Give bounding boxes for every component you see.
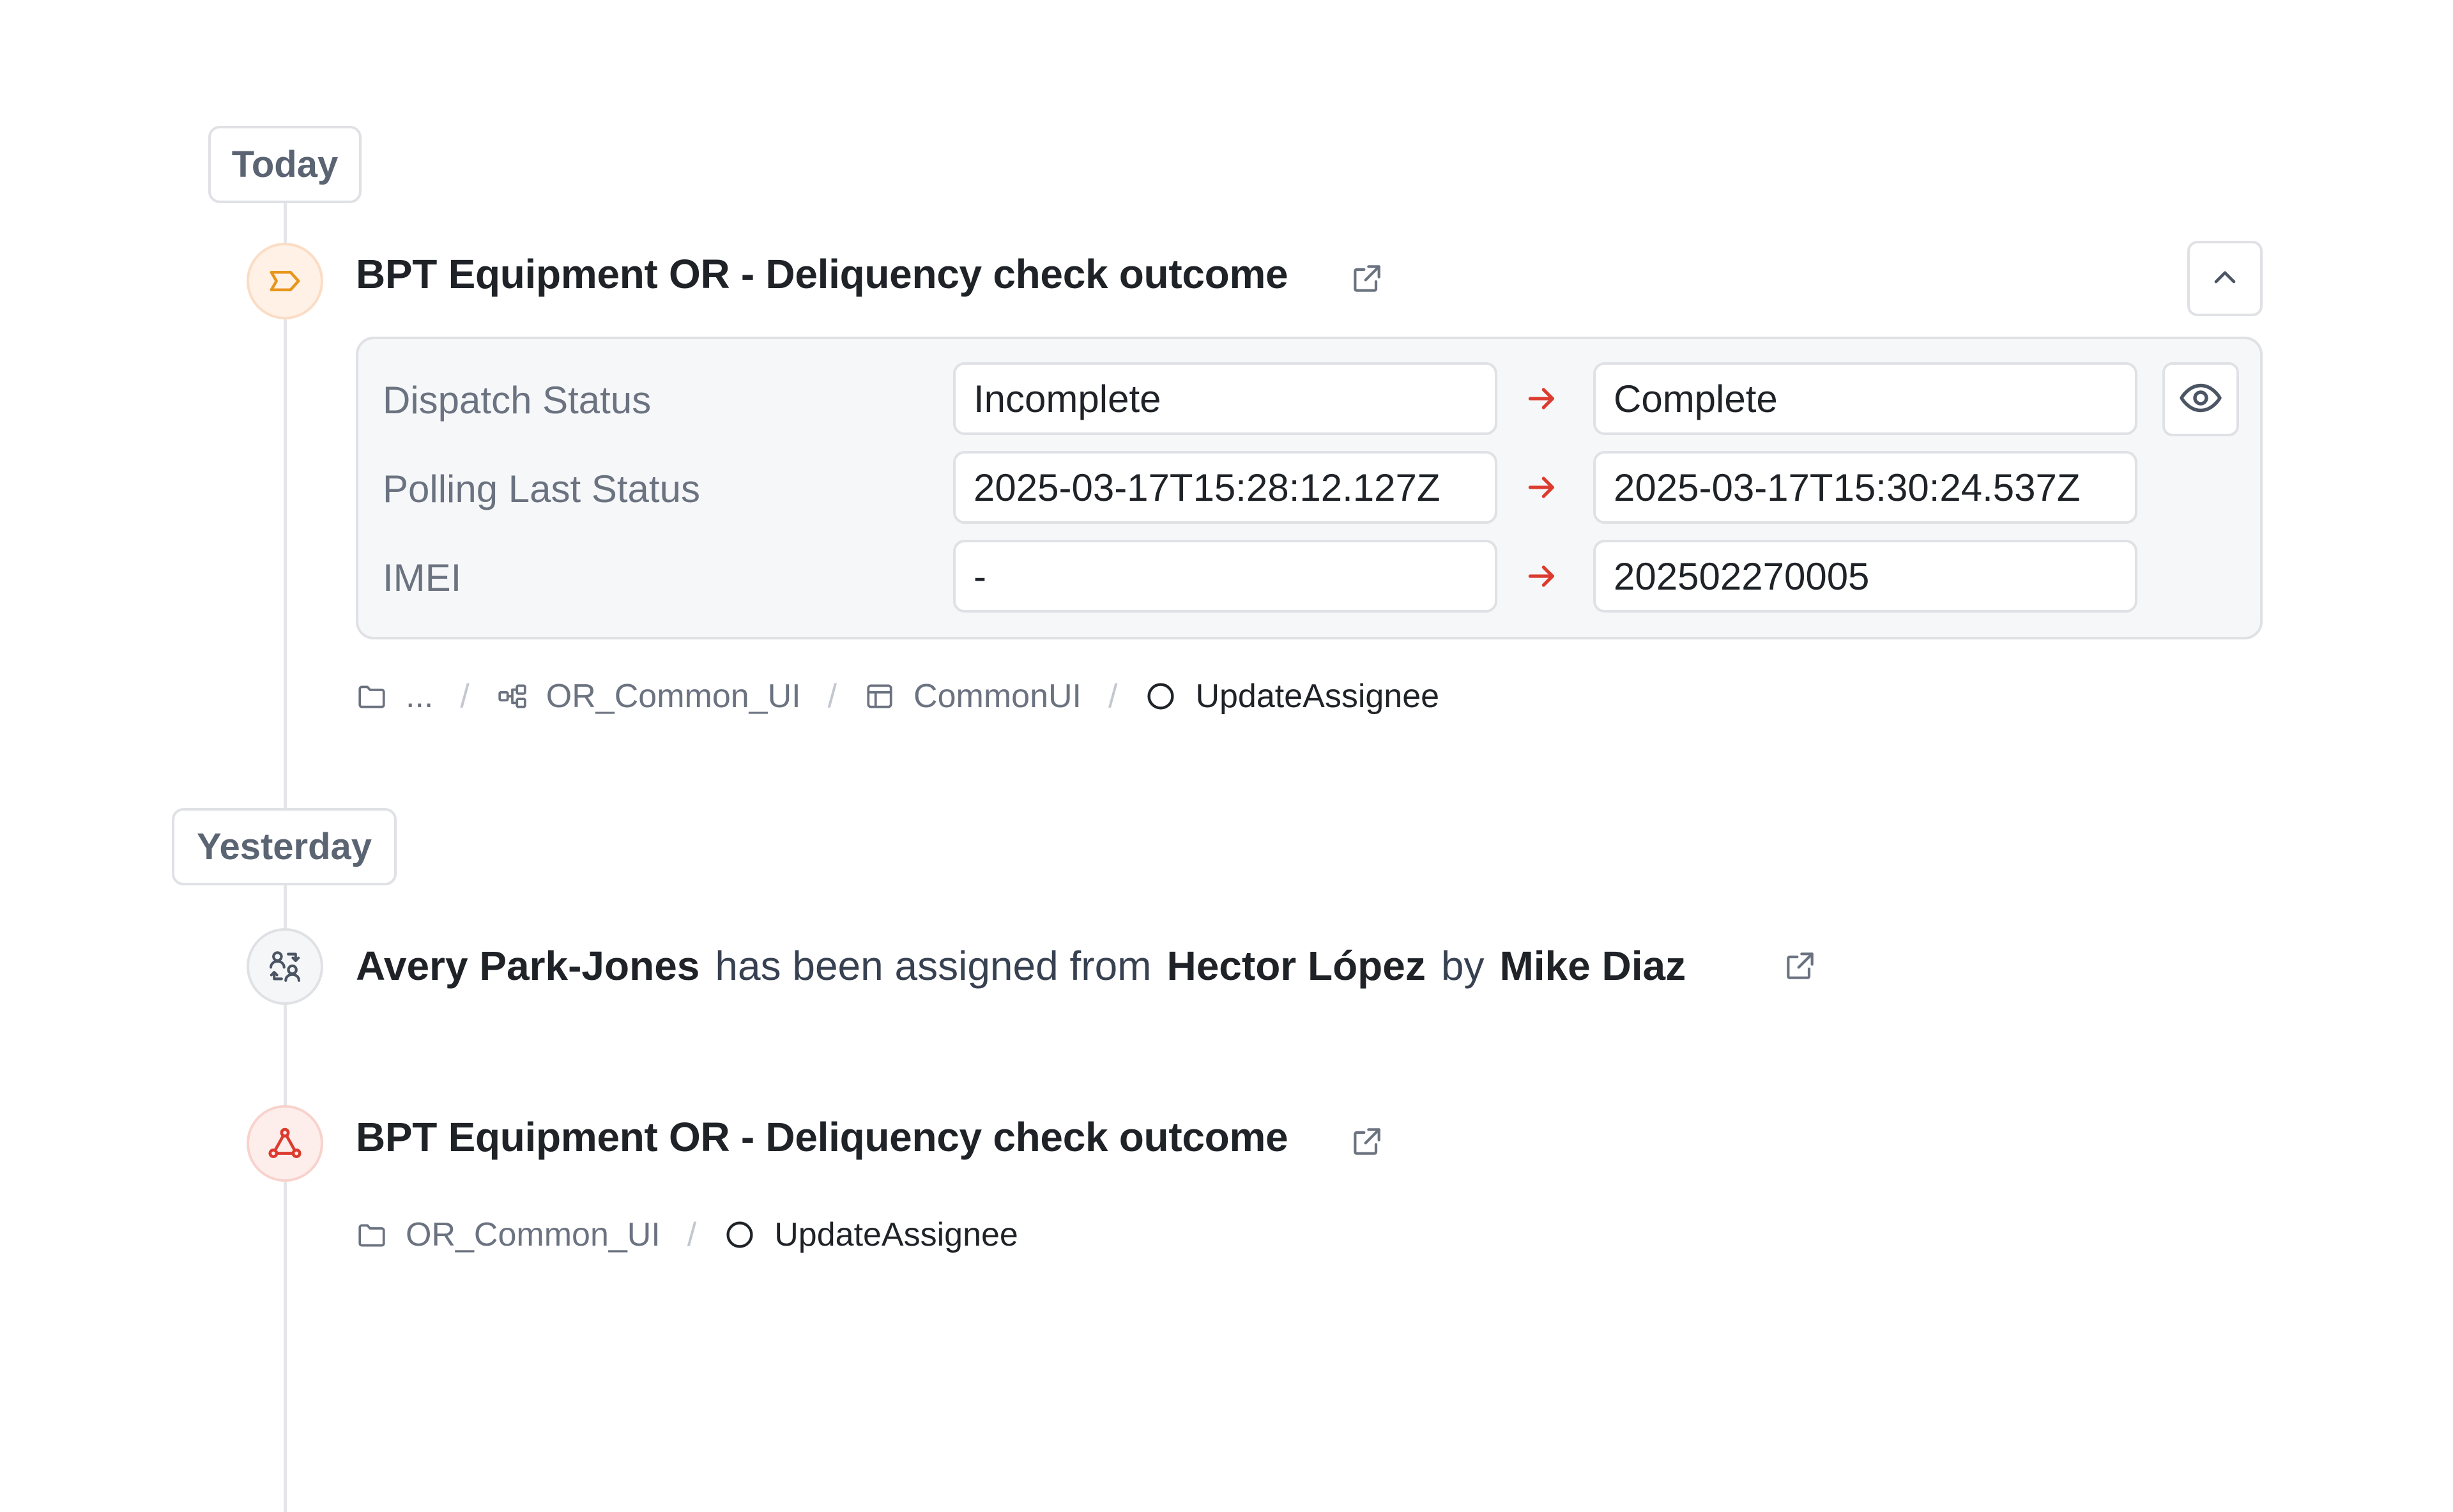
new-value: 2025-03-17T15:30:24.537Z bbox=[1593, 451, 2137, 524]
breadcrumb-label: UpdateAssignee bbox=[1195, 678, 1440, 715]
breadcrumb-item-folder[interactable]: ... bbox=[356, 677, 433, 715]
circle-icon bbox=[1144, 680, 1177, 713]
event-node-assignment bbox=[247, 928, 323, 1005]
breadcrumb-item-current[interactable]: UpdateAssignee bbox=[723, 1216, 1018, 1254]
arrow-right-icon bbox=[1523, 557, 1561, 595]
external-link-icon[interactable] bbox=[1781, 947, 1819, 985]
chevron-up-icon bbox=[2207, 259, 2243, 298]
eye-icon bbox=[2178, 375, 2224, 424]
breadcrumb-label: OR_Common_UI bbox=[406, 1216, 661, 1253]
new-value: 202502270005 bbox=[1593, 540, 2137, 613]
event-title: BPT Equipment OR - Deliquency check outc… bbox=[356, 251, 1288, 297]
old-value: - bbox=[953, 540, 1497, 613]
breadcrumb-label: OR_Common_UI bbox=[546, 678, 801, 715]
view-details-button[interactable] bbox=[2162, 362, 2239, 436]
previous-assignee-name[interactable]: Hector López bbox=[1166, 942, 1425, 989]
old-value: 2025-03-17T15:28:12.127Z bbox=[953, 451, 1497, 524]
by-text: by bbox=[1440, 943, 1485, 989]
user-swap-icon bbox=[265, 947, 305, 986]
field-changes-panel: Dispatch Status Incomplete Complete Poll… bbox=[356, 337, 2263, 639]
day-label-today: Today bbox=[208, 126, 362, 203]
breadcrumb-item-current[interactable]: UpdateAssignee bbox=[1144, 677, 1439, 715]
circle-icon bbox=[723, 1218, 756, 1251]
actor-name[interactable]: Mike Diaz bbox=[1499, 942, 1686, 989]
collapse-button[interactable] bbox=[2187, 241, 2263, 316]
breadcrumb-label: ... bbox=[406, 678, 434, 715]
assignment-text: has been assigned from bbox=[715, 943, 1152, 989]
tag-icon bbox=[266, 262, 304, 300]
new-value: Complete bbox=[1593, 362, 2137, 435]
arrow-right-icon bbox=[1523, 468, 1561, 507]
event-node-webhook bbox=[247, 1105, 323, 1182]
breadcrumb-separator: / bbox=[827, 678, 837, 715]
breadcrumb-item-workflow[interactable]: OR_Common_UI bbox=[496, 677, 801, 715]
breadcrumb-separator: / bbox=[1108, 678, 1118, 715]
assignment-sentence: Avery Park-Jones has been assigned from … bbox=[356, 937, 1686, 995]
external-link-icon[interactable] bbox=[1348, 259, 1386, 298]
breadcrumb-label: CommonUI bbox=[913, 678, 1081, 715]
activity-timeline: Today BPT Equipment OR - Deliquency chec… bbox=[0, 0, 2453, 1512]
breadcrumb: ... / OR_Common_UI / CommonUI / UpdateAs… bbox=[356, 677, 1439, 715]
breadcrumb-separator: / bbox=[460, 678, 470, 715]
breadcrumb-label: UpdateAssignee bbox=[774, 1216, 1018, 1253]
webhook-icon bbox=[265, 1124, 305, 1163]
field-label: IMEI bbox=[383, 556, 462, 599]
breadcrumb: OR_Common_UI / UpdateAssignee bbox=[356, 1216, 1018, 1254]
workflow-icon bbox=[496, 680, 528, 712]
event-title: BPT Equipment OR - Deliquency check outc… bbox=[356, 1114, 1288, 1160]
breadcrumb-separator: / bbox=[687, 1216, 697, 1253]
arrow-right-icon bbox=[1523, 379, 1561, 418]
field-label: Polling Last Status bbox=[383, 468, 700, 510]
assignee-name[interactable]: Avery Park-Jones bbox=[356, 942, 699, 989]
old-value: Incomplete bbox=[953, 362, 1497, 435]
event-node-rule bbox=[247, 243, 323, 319]
breadcrumb-item-folder[interactable]: OR_Common_UI bbox=[356, 1216, 661, 1254]
field-label: Dispatch Status bbox=[383, 379, 652, 422]
folder-icon bbox=[356, 1219, 388, 1251]
layout-icon bbox=[864, 680, 896, 712]
folder-icon bbox=[356, 680, 388, 712]
breadcrumb-item-layout[interactable]: CommonUI bbox=[864, 677, 1081, 715]
external-link-icon[interactable] bbox=[1348, 1122, 1386, 1161]
day-label-yesterday: Yesterday bbox=[172, 808, 397, 885]
